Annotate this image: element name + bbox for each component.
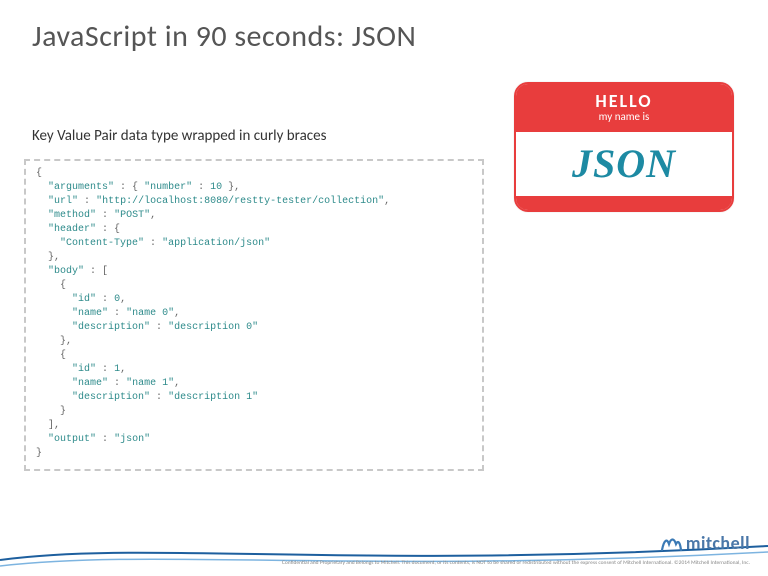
badge-header: HELLO my name is bbox=[516, 84, 732, 132]
slide-title: JavaScript in 90 seconds: JSON bbox=[0, 0, 768, 55]
badge-bottom-strip bbox=[516, 196, 732, 210]
footer-disclaimer: Confidential and Proprietary and Belongs… bbox=[282, 560, 750, 566]
badge-hello: HELLO bbox=[516, 90, 732, 112]
badge-name: JSON bbox=[572, 140, 676, 187]
name-badge: HELLO my name is JSON bbox=[514, 82, 734, 212]
brand-logo: mitchell bbox=[660, 532, 750, 554]
badge-body: JSON bbox=[516, 132, 732, 202]
brand-text: mitchell bbox=[686, 532, 750, 554]
badge-mynameis: my name is bbox=[516, 110, 732, 123]
footer-wave bbox=[0, 540, 768, 576]
brand-mark-icon bbox=[660, 534, 682, 552]
code-sample: { "arguments" : { "number" : 10 }, "url"… bbox=[24, 159, 484, 471]
